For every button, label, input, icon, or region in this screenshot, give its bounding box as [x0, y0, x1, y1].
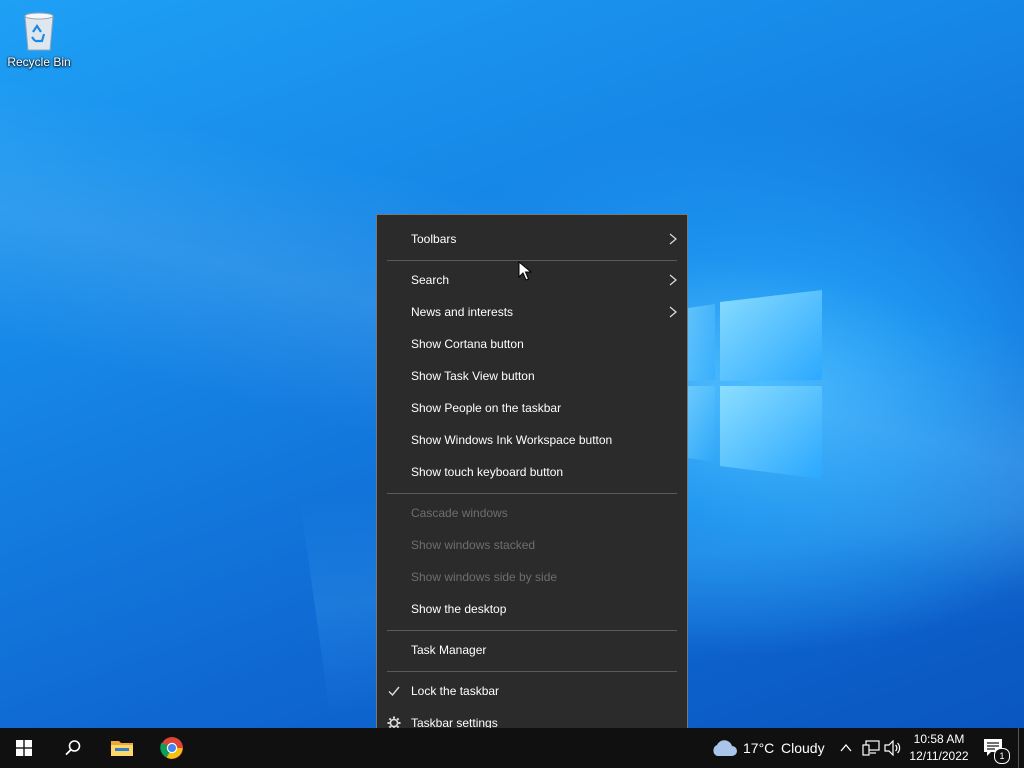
- menu-item-news-and-interests[interactable]: News and interests: [377, 296, 687, 328]
- menu-item-label: Cascade windows: [411, 506, 508, 520]
- menu-item-task-manager[interactable]: Task Manager: [377, 634, 687, 666]
- start-button[interactable]: [0, 728, 48, 768]
- menu-item-label: Show the desktop: [411, 602, 507, 616]
- cloud-icon: [713, 740, 737, 756]
- notification-count-badge: 1: [994, 748, 1010, 764]
- menu-item-cascade-windows: Cascade windows: [377, 497, 687, 529]
- menu-item-label: Show Cortana button: [411, 337, 524, 351]
- menu-item-label: Show Windows Ink Workspace button: [411, 433, 613, 447]
- menu-item-show-task-view-button[interactable]: Show Task View button: [377, 360, 687, 392]
- menu-item-label: News and interests: [411, 305, 514, 319]
- menu-item-label: Search: [411, 273, 450, 287]
- chevron-up-icon[interactable]: [840, 743, 852, 753]
- weather-temp: 17°C: [743, 740, 775, 756]
- menu-item-show-the-desktop[interactable]: Show the desktop: [377, 593, 687, 625]
- search-icon: [65, 740, 81, 756]
- chrome-icon: [160, 737, 183, 759]
- chrome-button[interactable]: [148, 728, 196, 768]
- taskbar-context-menu: Toolbars Search News and interests Show …: [376, 214, 688, 747]
- weather-condition: Cloudy: [781, 740, 825, 756]
- show-desktop-button[interactable]: [1018, 728, 1024, 768]
- chevron-right-icon: [669, 274, 677, 286]
- menu-separator: [387, 260, 677, 261]
- menu-item-show-people[interactable]: Show People on the taskbar: [377, 392, 687, 424]
- menu-separator: [387, 671, 677, 672]
- menu-item-show-windows-ink[interactable]: Show Windows Ink Workspace button: [377, 424, 687, 456]
- chevron-right-icon: [669, 233, 677, 245]
- menu-item-show-touch-keyboard[interactable]: Show touch keyboard button: [377, 456, 687, 488]
- clock-time: 10:58 AM: [913, 732, 965, 746]
- search-button[interactable]: [48, 728, 96, 768]
- desktop-icon-label: Recycle Bin: [7, 55, 71, 69]
- menu-item-show-cortana-button[interactable]: Show Cortana button: [377, 328, 687, 360]
- menu-item-label: Task Manager: [411, 643, 487, 657]
- menu-item-label: Show windows stacked: [411, 538, 536, 552]
- menu-item-search[interactable]: Search: [377, 264, 687, 296]
- clock[interactable]: 10:58 AM 12/11/2022: [900, 731, 978, 765]
- checkmark-icon: [388, 686, 400, 697]
- mouse-cursor: [518, 261, 532, 281]
- menu-item-label: Show touch keyboard button: [411, 465, 564, 479]
- file-explorer-icon: [111, 741, 133, 756]
- menu-item-lock-the-taskbar[interactable]: Lock the taskbar: [377, 675, 687, 707]
- menu-item-show-windows-side-by-side: Show windows side by side: [377, 561, 687, 593]
- clock-date: 12/11/2022: [909, 749, 969, 763]
- menu-item-show-windows-stacked: Show windows stacked: [377, 529, 687, 561]
- recycle-bin-icon: [24, 12, 54, 51]
- menu-separator: [387, 493, 677, 494]
- menu-item-label: Show windows side by side: [411, 570, 558, 584]
- chevron-right-icon: [669, 306, 677, 318]
- menu-separator: [387, 630, 677, 631]
- action-center-button[interactable]: 1: [980, 728, 1018, 768]
- menu-item-toolbars[interactable]: Toolbars: [377, 223, 687, 255]
- taskbar[interactable]: 17°C Cloudy 10:58 AM 12/11/2022 1: [0, 728, 1024, 768]
- menu-item-label: Lock the taskbar: [411, 684, 500, 698]
- start-icon: [16, 740, 32, 756]
- network-icon[interactable]: [862, 740, 880, 756]
- file-explorer-button[interactable]: [98, 728, 146, 768]
- menu-item-label: Show Task View button: [411, 369, 535, 383]
- weather-widget[interactable]: 17°C Cloudy: [706, 728, 830, 768]
- menu-item-label: Show People on the taskbar: [411, 401, 562, 415]
- desktop-icon-recycle-bin[interactable]: Recycle Bin: [4, 6, 74, 78]
- menu-item-label: Toolbars: [411, 232, 457, 246]
